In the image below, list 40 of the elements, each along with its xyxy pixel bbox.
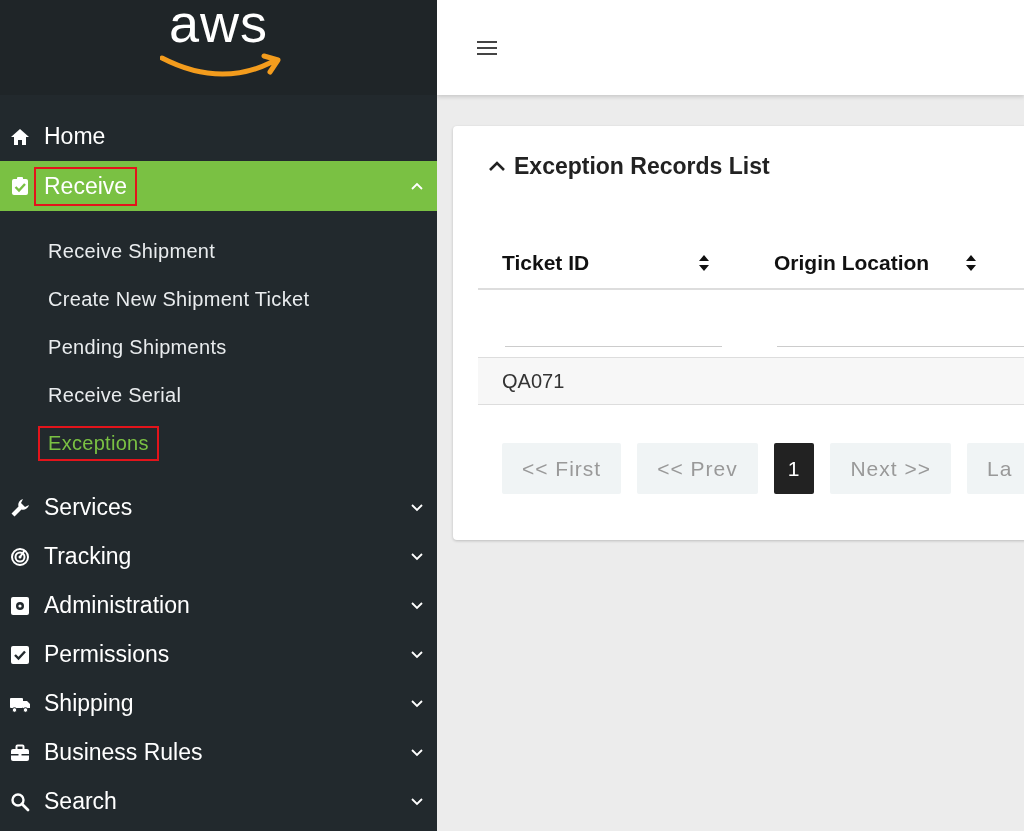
chevron-icon <box>411 797 423 806</box>
sidebar-item[interactable]: Permissions <box>0 630 437 679</box>
submenu-item[interactable]: Pending Shipments <box>0 323 437 371</box>
sidebar-item[interactable]: Services <box>0 483 437 532</box>
sort-icon[interactable] <box>965 253 978 273</box>
sidebar-item[interactable]: Tracking <box>0 532 437 581</box>
chevron-icon <box>411 650 423 659</box>
sidebar-item[interactable]: Shipping <box>0 679 437 728</box>
caret-icon[interactable] <box>488 160 506 172</box>
submenu-item[interactable]: Exceptions <box>0 419 437 467</box>
sidebar-item[interactable]: Business Rules <box>0 728 437 777</box>
chevron-icon <box>411 748 423 757</box>
smile-arrow-icon <box>159 52 282 78</box>
table-cell: QA071 <box>502 369 565 392</box>
chevron-icon <box>411 601 423 610</box>
column-header[interactable]: Ticket ID <box>502 251 590 275</box>
submenu-item[interactable]: Receive Serial <box>0 371 437 419</box>
radar-icon <box>10 546 30 567</box>
search-icon <box>10 791 30 812</box>
pagination-button[interactable]: 1 <box>773 443 815 494</box>
home-icon <box>10 126 30 147</box>
wrench-icon <box>10 497 30 518</box>
briefcase-icon <box>10 742 30 763</box>
checkbox-icon <box>10 644 30 665</box>
chevron-icon <box>411 182 423 190</box>
column-header[interactable]: Origin Location <box>774 251 930 275</box>
sidebar-item[interactable]: Administration <box>0 581 437 630</box>
card-title: Exception Records List <box>514 152 770 180</box>
sort-icon[interactable] <box>698 253 710 273</box>
chevron-icon <box>411 699 423 708</box>
sidebar-item[interactable]: Search <box>0 777 437 826</box>
menu-icon[interactable] <box>477 40 497 55</box>
clipboard-check-icon <box>10 176 30 196</box>
chevron-icon <box>411 503 423 512</box>
gear-icon <box>10 595 30 616</box>
sidebar-item[interactable]: Home <box>0 112 437 161</box>
submenu-item[interactable]: Receive Shipment <box>0 227 437 275</box>
logo-text: aws <box>169 0 268 50</box>
chevron-icon <box>411 552 423 561</box>
submenu-item[interactable]: Create New Shipment Ticket <box>0 275 437 323</box>
